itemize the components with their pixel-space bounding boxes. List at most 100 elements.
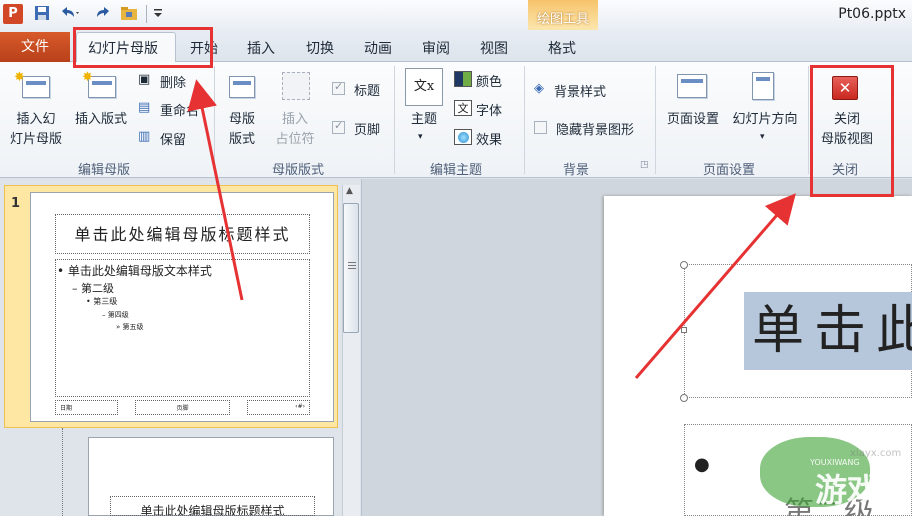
master-layout-label-2: 版式 xyxy=(228,132,255,147)
resize-handle[interactable] xyxy=(681,327,687,333)
background-styles-button[interactable]: 背景样式 xyxy=(554,81,606,100)
hide-background-label: 隐藏背景图形 xyxy=(556,123,635,138)
fonts-icon: 文 xyxy=(454,100,472,116)
slide-number: 1 xyxy=(11,196,21,211)
thumb-title-placeholder: 单击此处编辑母版标题样式 xyxy=(55,214,310,254)
save-icon[interactable] xyxy=(34,5,50,25)
master-layout-label-1: 母版 xyxy=(228,112,255,127)
effects-icon xyxy=(454,129,472,145)
thumb-body-level-5: » 第五级 xyxy=(116,323,144,331)
scrollbar-thumb[interactable] xyxy=(343,203,359,333)
rename-button[interactable]: 重命名 xyxy=(160,100,199,119)
insert-slide-master-label-1: 插入幻 xyxy=(16,112,56,127)
page-setup-button[interactable]: 页面设置 xyxy=(660,110,726,130)
master-layout-button[interactable]: 母版 版式 xyxy=(218,110,266,150)
watermark-brand: 游戏 xyxy=(815,471,880,509)
chevron-down-icon: ▾ xyxy=(418,132,423,142)
watermark-url: xiayx.com xyxy=(850,448,902,459)
scroll-up-arrow-icon[interactable]: ▲ xyxy=(346,186,353,196)
slide-orientation-icon xyxy=(752,72,774,100)
title-checkbox-label: 标题 xyxy=(354,84,381,99)
redo-icon[interactable] xyxy=(96,5,112,25)
thumb-body-level-3: • 第三级 xyxy=(86,297,118,306)
canvas-body-bullet: ● xyxy=(694,454,710,475)
slide-orientation-button[interactable]: 幻灯片方向 xyxy=(727,110,803,130)
group-label-background: 背景 xyxy=(563,163,590,178)
colors-icon xyxy=(454,71,472,87)
insert-slide-master-button[interactable]: 插入幻 灯片母版 xyxy=(4,110,68,150)
powerpoint-app-icon[interactable]: P xyxy=(3,4,23,24)
thumb-date-placeholder: 日期 xyxy=(55,400,118,415)
highlight-box-slide-master-tab xyxy=(73,27,213,68)
thumb-body-text-5: 第五级 xyxy=(122,323,144,331)
tab-format[interactable]: 格式 xyxy=(548,38,576,58)
tab-review[interactable]: 审阅 xyxy=(422,38,450,58)
resize-handle[interactable] xyxy=(680,394,688,402)
qat-separator xyxy=(146,5,147,23)
insert-slide-master-icon xyxy=(22,76,50,98)
theme-icon: 文x xyxy=(405,68,443,106)
insert-placeholder-label-2: 占位符 xyxy=(275,132,315,147)
resize-handle[interactable] xyxy=(680,261,688,269)
thumb-body-text-2: 第二级 xyxy=(81,282,114,295)
folder-icon[interactable] xyxy=(120,5,138,25)
tab-file[interactable]: 文件 xyxy=(0,32,70,62)
group-label-edit-theme: 编辑主题 xyxy=(430,163,483,178)
thumb-body-level-4: – 第四级 xyxy=(102,311,129,319)
preserve-icon: ▥ xyxy=(138,129,151,144)
tab-transitions[interactable]: 切换 xyxy=(306,38,334,58)
dialog-launcher-icon[interactable]: ◳ xyxy=(640,160,649,170)
hide-background-checkbox[interactable] xyxy=(534,121,547,134)
footer-checkbox-label: 页脚 xyxy=(354,123,381,138)
thumb-footer-placeholder: 页脚 xyxy=(135,400,230,415)
rename-icon: ▤ xyxy=(138,100,151,115)
title-checkbox[interactable] xyxy=(332,80,345,95)
delete-button[interactable]: 删除 xyxy=(160,72,186,91)
watermark-sub: YOUXIWANG xyxy=(810,458,860,467)
group-label-master-layout: 母版版式 xyxy=(272,163,325,178)
group-label-edit-master: 编辑母版 xyxy=(78,163,131,178)
thumb-body-text-4: 第四级 xyxy=(107,311,129,319)
tab-view[interactable]: 视图 xyxy=(480,38,508,58)
star-icon: ✸ xyxy=(14,70,25,85)
group-separator xyxy=(524,66,525,174)
customize-icon[interactable] xyxy=(152,5,164,25)
master-layout-icon xyxy=(229,76,255,98)
tab-animations[interactable]: 动画 xyxy=(364,38,392,58)
window-title: Pt06.pptx xyxy=(838,6,906,22)
thumb-body-text-1: 单击此处编辑母版文本样式 xyxy=(67,264,212,278)
layout-connector xyxy=(62,428,63,516)
layout-thumb-title: 单击此处编辑母版标题样式 xyxy=(110,496,315,516)
group-separator xyxy=(808,66,809,174)
group-separator xyxy=(214,66,215,174)
theme-button[interactable]: 主题 xyxy=(402,110,446,130)
insert-placeholder-label-1: 插入 xyxy=(281,112,308,127)
group-label-page-setup: 页面设置 xyxy=(703,163,756,178)
group-separator xyxy=(655,66,656,174)
fonts-button[interactable]: 字体 xyxy=(476,100,502,119)
canvas-title-text: 单击此 xyxy=(744,292,912,370)
page-setup-icon xyxy=(677,74,707,98)
group-separator xyxy=(394,66,395,174)
footer-checkbox[interactable] xyxy=(332,119,345,134)
scrollbar-grip-icon xyxy=(348,262,356,263)
star-icon: ✸ xyxy=(82,70,93,85)
thumb-number-placeholder: ‹#› xyxy=(247,400,310,415)
thumb-body-level-1: • 单击此处编辑母版文本样式 xyxy=(57,264,212,278)
preserve-button[interactable]: 保留 xyxy=(160,129,186,148)
undo-icon[interactable] xyxy=(58,5,80,25)
highlight-box-close-master xyxy=(810,65,894,197)
insert-slide-master-label-2: 灯片母版 xyxy=(9,132,62,147)
insert-placeholder-icon xyxy=(282,72,310,100)
delete-icon: ▣ xyxy=(138,72,151,87)
contextual-tab-group-label: 绘图工具 xyxy=(536,12,589,27)
thumb-body-text-3: 第三级 xyxy=(93,297,118,306)
insert-placeholder-button[interactable]: 插入 占位符 xyxy=(268,110,322,150)
tab-insert[interactable]: 插入 xyxy=(247,38,275,58)
chevron-down-icon: ▾ xyxy=(760,132,765,142)
effects-button[interactable]: 效果 xyxy=(476,129,502,148)
insert-layout-button[interactable]: 插入版式 xyxy=(68,110,134,130)
colors-button[interactable]: 颜色 xyxy=(476,71,502,90)
background-styles-icon: ◈ xyxy=(534,81,544,96)
thumb-body-level-2: – 第二级 xyxy=(72,282,114,295)
